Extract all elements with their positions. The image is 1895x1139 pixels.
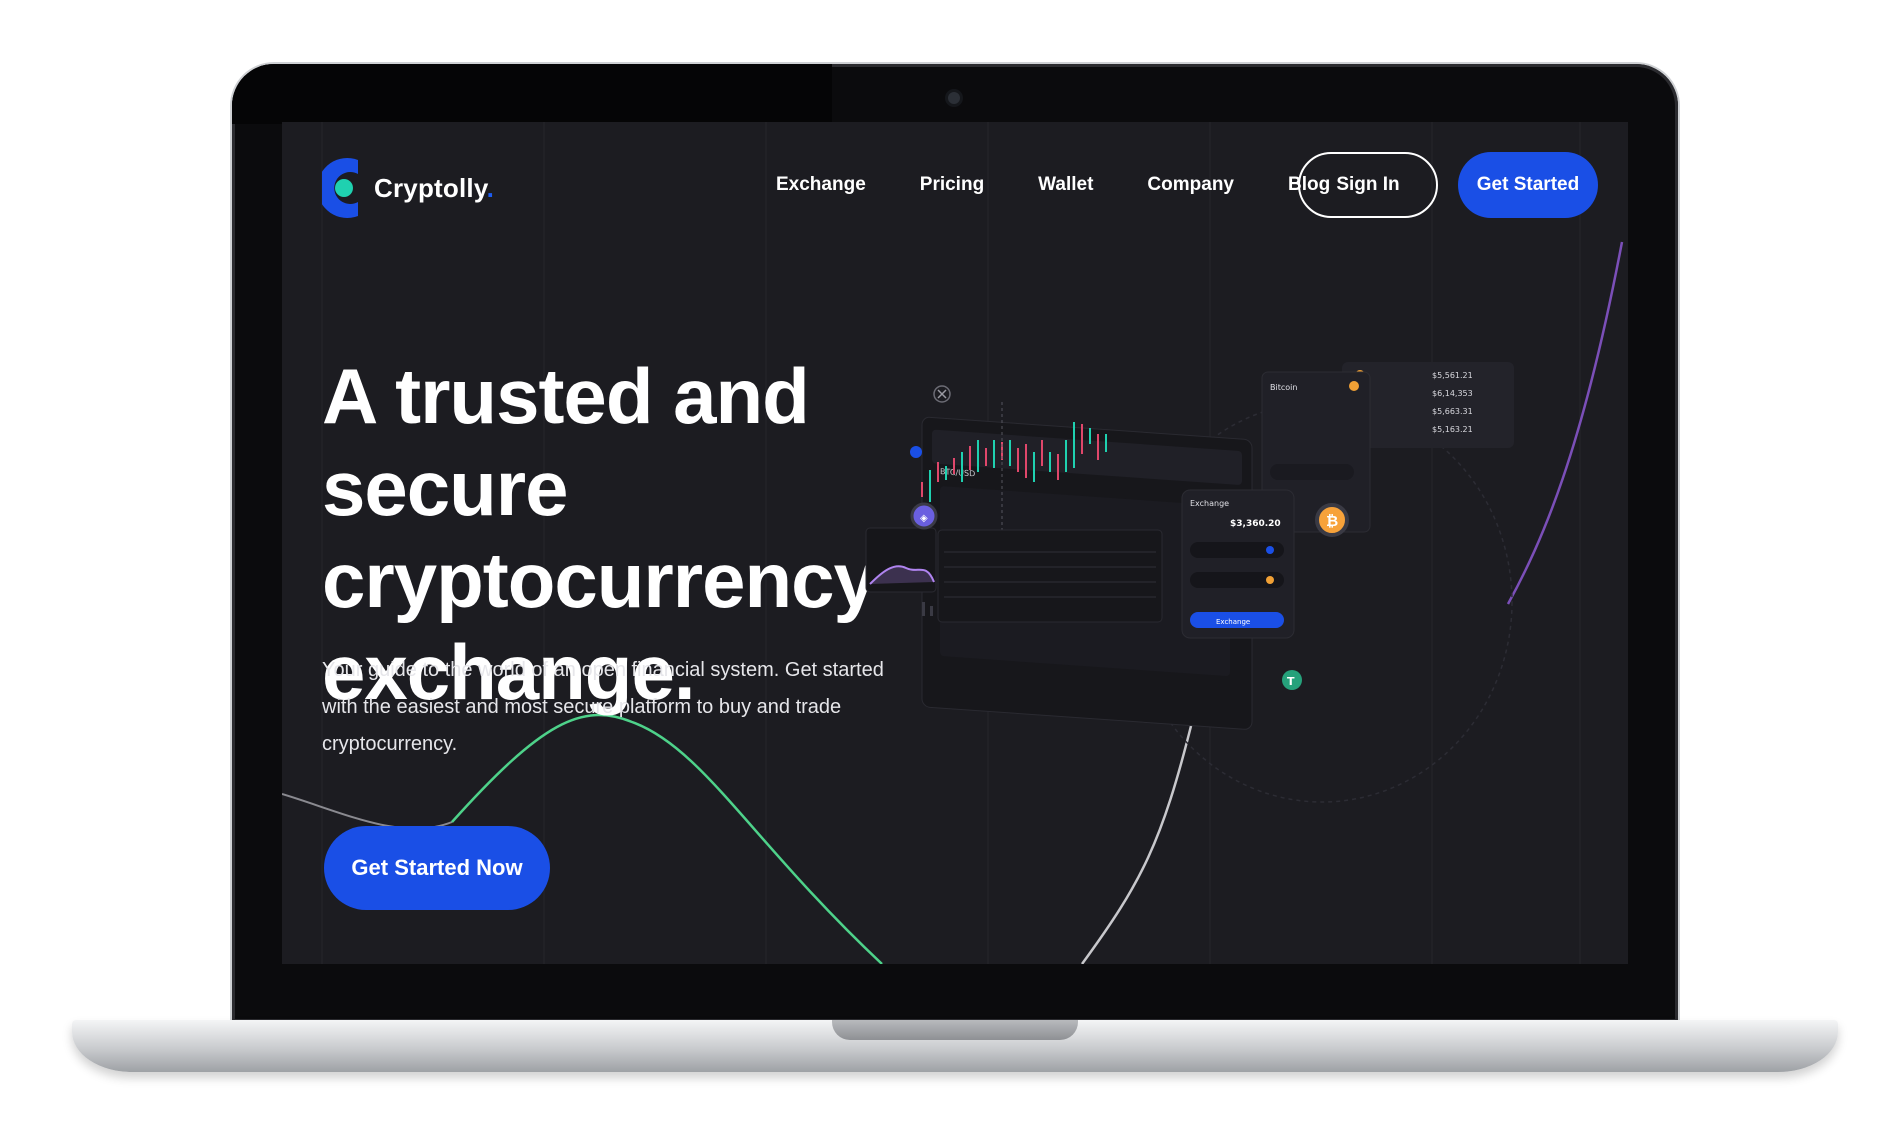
bezel-reflection bbox=[232, 64, 832, 124]
floating-coins: ₿ T ◈ bbox=[910, 385, 1349, 690]
svg-text:◈: ◈ bbox=[920, 513, 928, 524]
tether-icon: T bbox=[1282, 670, 1302, 690]
dollar-icon bbox=[910, 446, 922, 458]
bitcoin-icon: ₿ bbox=[1315, 503, 1349, 537]
laptop-hinge bbox=[832, 1020, 1078, 1040]
screen: Cryptolly. Exchange Pricing Wallet Compa… bbox=[282, 122, 1628, 964]
camera-icon bbox=[948, 92, 960, 104]
ethereum-icon: ◈ bbox=[910, 502, 938, 530]
svg-text:₿: ₿ bbox=[1326, 512, 1338, 530]
close-icon bbox=[933, 385, 951, 403]
svg-text:T: T bbox=[1287, 675, 1295, 688]
